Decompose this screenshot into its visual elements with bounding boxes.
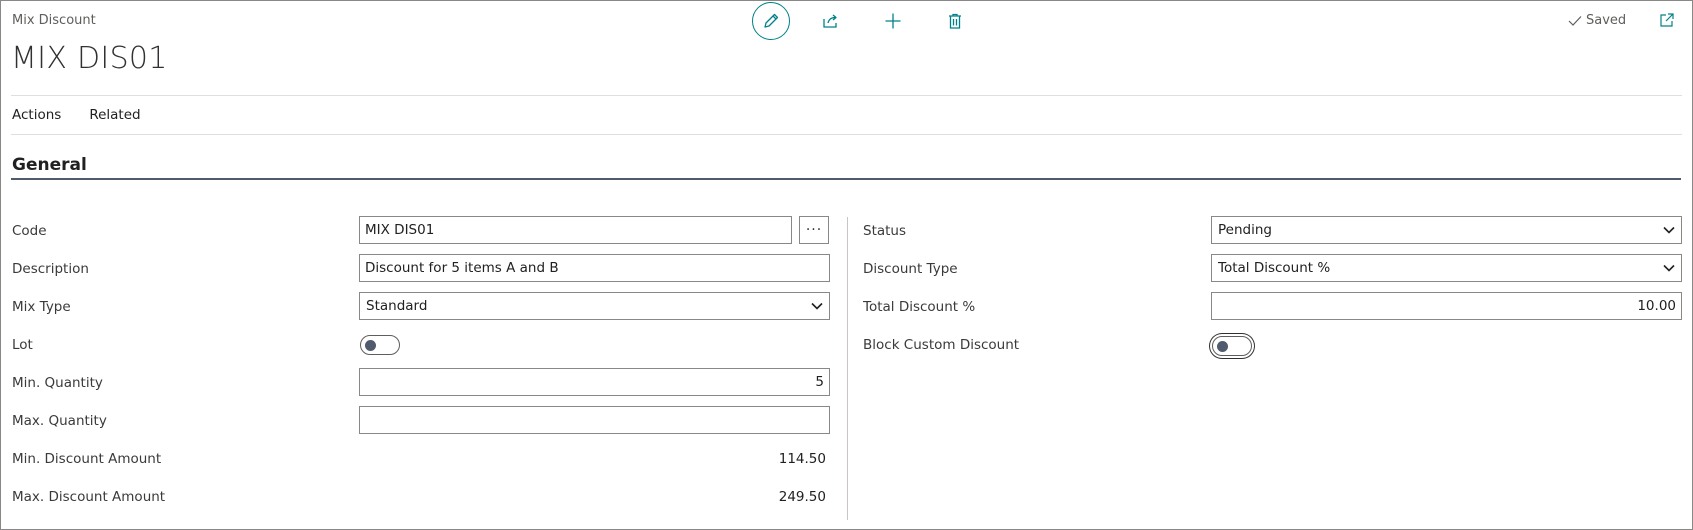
delete-button[interactable] [936,2,974,40]
description-input[interactable]: Discount for 5 items A and B [359,254,830,282]
mix-type-label: Mix Type [12,299,71,315]
total-discount-pct-input[interactable]: 10.00 [1211,292,1682,320]
toggle-knob [365,340,376,351]
edit-button[interactable] [752,2,790,40]
open-in-new-window-icon [1660,13,1674,27]
status-select[interactable]: Pending [1211,216,1682,244]
code-lookup-button[interactable]: ··· [799,216,829,244]
block-custom-discount-toggle[interactable] [1212,336,1252,356]
code-label: Code [12,223,47,239]
action-menu: Actions Related [12,107,141,123]
toggle-knob [1217,341,1228,352]
max-discount-amount-label: Max. Discount Amount [12,489,166,505]
code-input[interactable]: MIX DIS01 [359,216,792,244]
mix-type-select[interactable]: Standard [359,292,830,320]
total-discount-pct-label: Total Discount % [863,299,976,315]
max-quantity-input[interactable] [359,406,830,434]
share-icon [823,14,837,28]
min-quantity-label: Min. Quantity [12,375,103,391]
section-underline [11,178,1681,180]
chevron-down-icon [811,302,823,310]
lot-label: Lot [12,337,33,353]
discount-type-label: Discount Type [863,261,958,277]
record-title: MIX DIS01 [11,41,168,76]
page-frame: Mix Discount MIX DIS01 Saved Actions Rel… [0,0,1693,530]
min-discount-amount-label: Min. Discount Amount [12,451,162,467]
min-discount-amount-value: 114.50 [778,451,826,467]
column-divider [847,217,848,520]
menu-divider [11,134,1682,135]
trash-icon [949,13,961,29]
block-custom-discount-label: Block Custom Discount [863,337,1020,353]
header-divider [11,95,1682,96]
max-quantity-label: Max. Quantity [12,413,107,429]
saved-status: Saved [1568,13,1626,28]
description-label: Description [12,261,89,277]
status-label: Status [863,223,907,239]
max-discount-amount-value: 249.50 [778,489,826,505]
chevron-down-icon [1663,264,1675,272]
status-value: Pending [1218,222,1272,238]
pencil-icon [764,13,779,28]
chevron-down-icon [1663,226,1675,234]
checkmark-icon [1568,15,1582,26]
new-button[interactable] [874,2,912,40]
share-button[interactable] [812,2,850,40]
lot-toggle[interactable] [360,335,400,355]
saved-label: Saved [1586,13,1627,28]
discount-type-value: Total Discount % [1218,260,1331,276]
min-quantity-input[interactable]: 5 [359,368,830,396]
page-caption: Mix Discount [12,13,96,28]
discount-type-select[interactable]: Total Discount % [1211,254,1682,282]
menu-related[interactable]: Related [89,107,140,123]
menu-actions[interactable]: Actions [12,107,61,123]
open-new-window-button[interactable] [1658,11,1676,33]
section-title-general[interactable]: General [12,155,87,175]
action-toolbar [752,1,992,41]
mix-type-value: Standard [366,298,428,314]
plus-icon [885,13,901,29]
